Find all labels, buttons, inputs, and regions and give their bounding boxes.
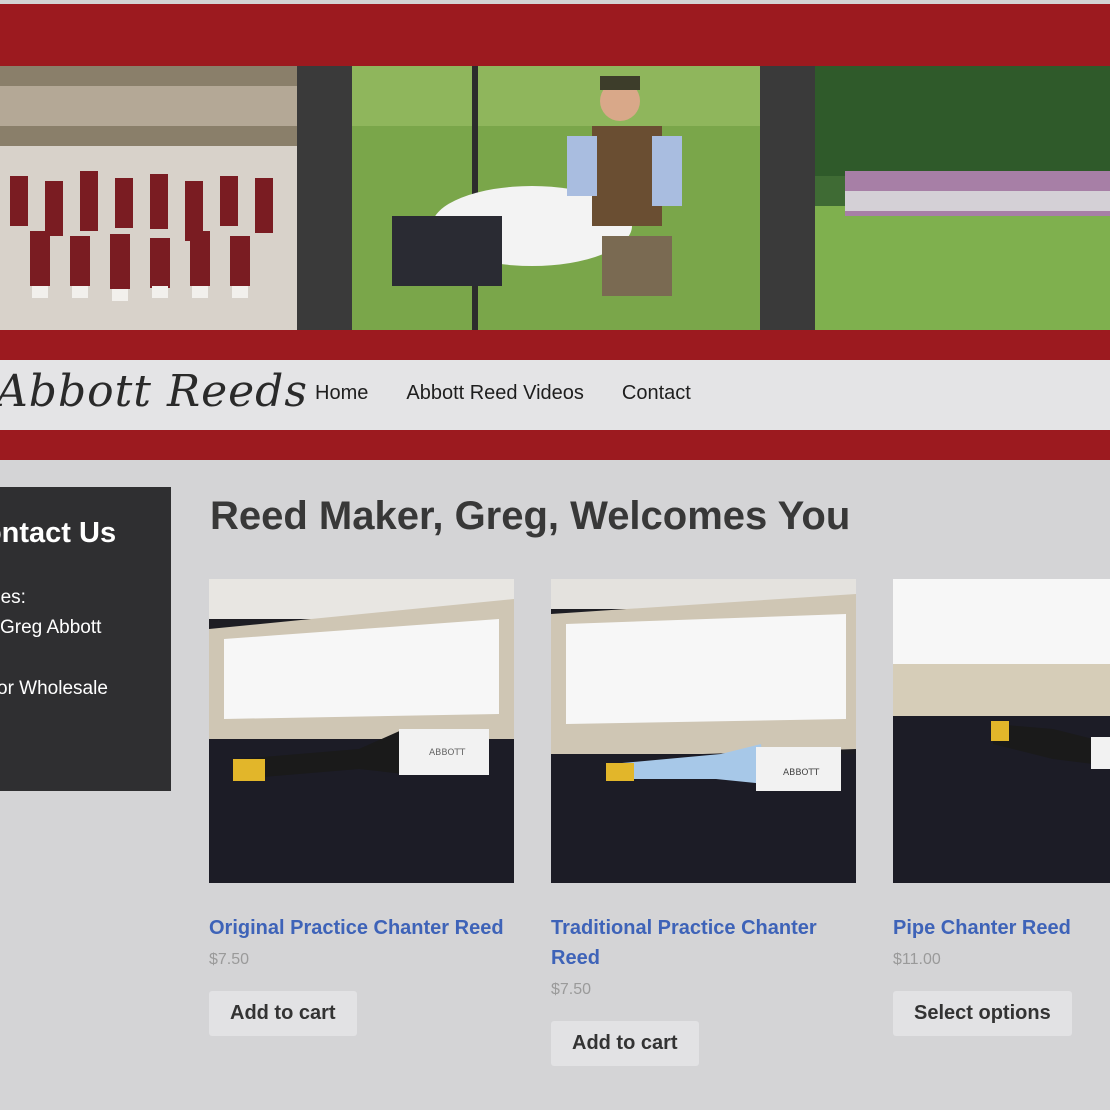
sidebar-title: Contact Us <box>0 517 117 549</box>
product-image[interactable]: ABBOTT <box>551 579 856 883</box>
product-label-text: ABBOTT <box>783 768 820 778</box>
product-title-link[interactable]: Traditional Practice Chanter Reed <box>551 913 856 973</box>
add-to-cart-button[interactable]: Add to cart <box>551 1021 699 1066</box>
product-image[interactable]: ABBOTT <box>209 579 514 883</box>
page-title: Reed Maker, Greg, Welcomes You <box>210 494 851 538</box>
contact-sidebar: Contact Us esses: Greg Abbott or Wholesa… <box>0 487 171 791</box>
header-banner <box>0 66 1110 332</box>
select-options-button[interactable]: Select options <box>893 991 1072 1036</box>
product-price: $7.50 <box>209 951 250 968</box>
sidebar-line: l <box>0 709 1 731</box>
main-navbar: Abbott Reeds Home Abbott Reed Videos Con… <box>0 360 1110 430</box>
product-image[interactable] <box>893 579 1110 883</box>
product-label-text: ABBOTT <box>429 748 466 758</box>
red-band <box>0 430 1110 460</box>
nav-menu: Home Abbott Reed Videos Contact <box>315 382 691 405</box>
top-red-band <box>0 0 1110 68</box>
sidebar-line: or Wholesale <box>0 678 108 699</box>
reed-maker-portrait-photo <box>352 66 760 330</box>
product-card: ABBOTT Traditional Practice Chanter Reed… <box>551 579 856 1066</box>
nav-contact[interactable]: Contact <box>622 382 691 405</box>
pipe-band-parade-photo <box>0 66 297 330</box>
sidebar-line: Greg Abbott <box>0 617 102 638</box>
add-to-cart-button[interactable]: Add to cart <box>209 991 357 1036</box>
product-title-link[interactable]: Original Practice Chanter Reed <box>209 913 514 943</box>
group-gathering-photo <box>815 66 1110 330</box>
product-price: $7.50 <box>551 981 592 998</box>
product-card: ABBOTT Original Practice Chanter Reed $7… <box>209 579 514 1036</box>
site-logo[interactable]: Abbott Reeds <box>0 366 308 417</box>
product-title-link[interactable]: Pipe Chanter Reed <box>893 913 1110 943</box>
nav-home[interactable]: Home <box>315 382 368 405</box>
sidebar-line: esses: <box>0 587 26 608</box>
product-price: $11.00 <box>893 951 941 968</box>
product-card: Pipe Chanter Reed $11.00 Select options <box>893 579 1110 1036</box>
red-band <box>0 330 1110 360</box>
nav-abbott-reed-videos[interactable]: Abbott Reed Videos <box>406 382 584 405</box>
